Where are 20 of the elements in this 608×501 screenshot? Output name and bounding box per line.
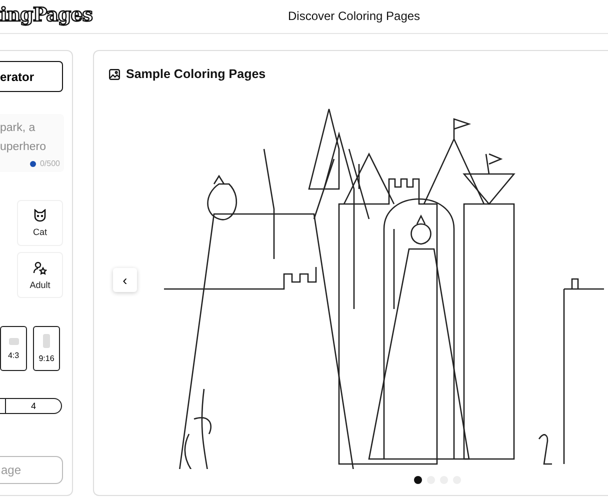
style-option[interactable]: Cat	[17, 200, 63, 246]
previous-button[interactable]: ‹	[113, 268, 137, 292]
image-icon	[109, 68, 120, 80]
site-logo[interactable]: ingPages	[0, 4, 92, 26]
character-counter: 0/500	[40, 159, 60, 168]
create-field[interactable]: age	[0, 456, 63, 484]
carousel-dot[interactable]	[414, 476, 422, 484]
nav-link[interactable]: Discover Coloring Pages	[288, 9, 420, 23]
person-star-icon	[33, 260, 47, 274]
cursor-dot	[30, 160, 36, 166]
landscape-shape-icon	[8, 338, 18, 344]
section-title: Sample Coloring Pages	[126, 67, 266, 81]
aspect-ratio-option[interactable]: 4:3	[0, 326, 27, 371]
aspect-ratio-option[interactable]: 9:16	[33, 326, 60, 371]
style-option[interactable]: Adult	[17, 252, 63, 298]
count-option[interactable]: 4	[6, 399, 61, 413]
generator-button[interactable]: erator	[0, 61, 63, 92]
cat-icon	[33, 209, 47, 222]
portrait-shape-icon	[43, 334, 50, 348]
prompt-text: park, a uperhero	[0, 121, 48, 155]
